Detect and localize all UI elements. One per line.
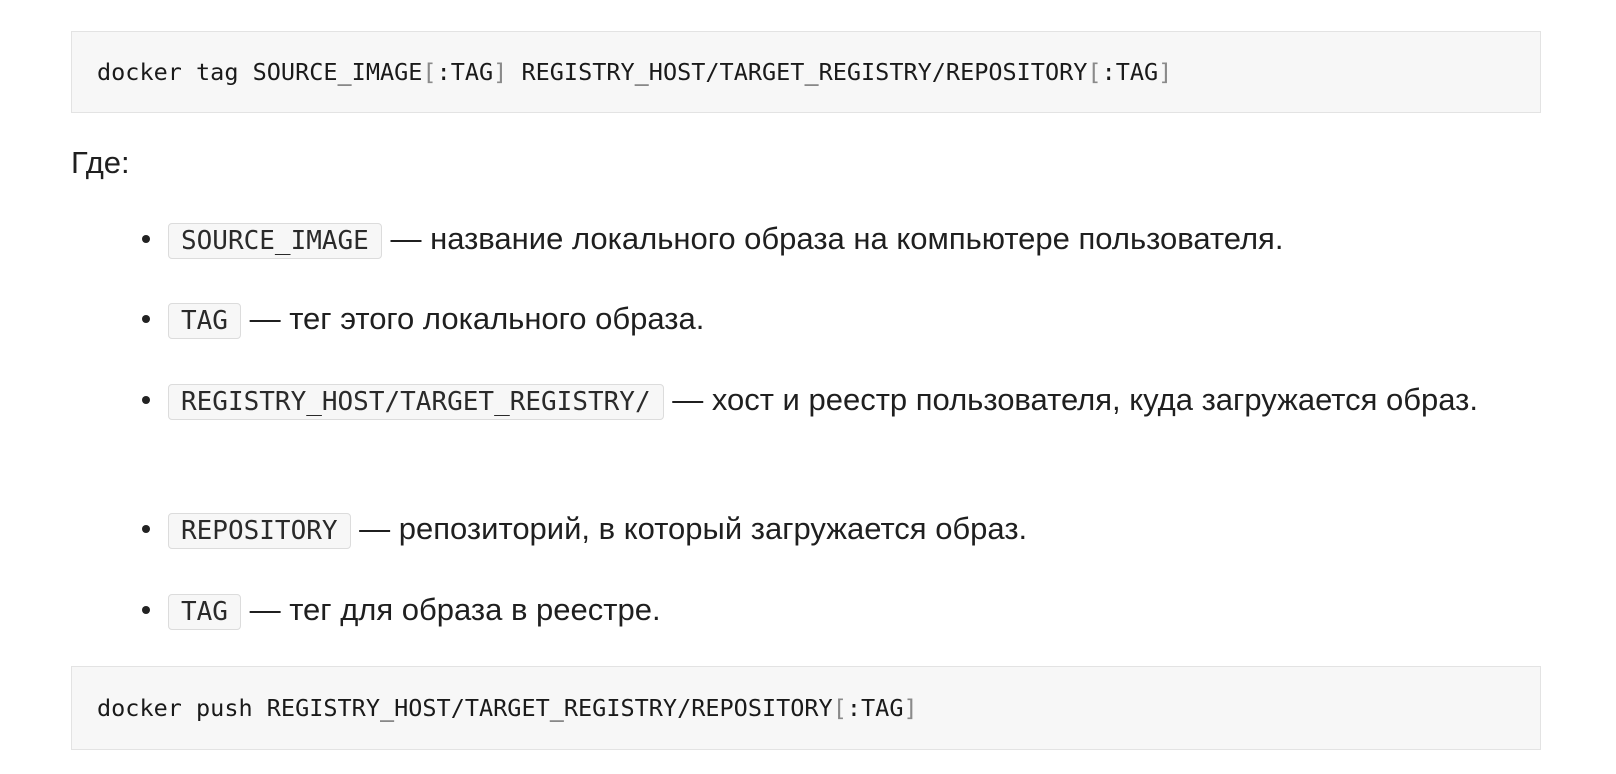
list-item: TAG — тег этого локального образа. bbox=[142, 295, 1538, 345]
code-text: REGISTRY_HOST/TARGET_REGISTRY/REPOSITORY bbox=[507, 58, 1088, 86]
code-bracket: [ bbox=[422, 58, 437, 86]
list-item-text: — хост и реестр пользователя, куда загру… bbox=[663, 382, 1478, 417]
code-block-docker-push: docker push REGISTRY_HOST/TARGET_REGISTR… bbox=[71, 666, 1541, 750]
code-text: :TAG bbox=[436, 58, 494, 86]
inline-code: TAG bbox=[168, 594, 241, 630]
code-text: docker tag SOURCE_IMAGE bbox=[97, 58, 423, 86]
inline-code: TAG bbox=[168, 303, 241, 339]
inline-code: SOURCE_IMAGE bbox=[168, 223, 382, 259]
list-item: REGISTRY_HOST/TARGET_REGISTRY/ — хост и … bbox=[142, 376, 1538, 426]
code-block-docker-tag: docker tag SOURCE_IMAGE[:TAG] REGISTRY_H… bbox=[71, 31, 1541, 113]
where-label: Где: bbox=[71, 145, 130, 180]
code-bracket: ] bbox=[1158, 58, 1173, 86]
code-text: docker push REGISTRY_HOST/TARGET_REGISTR… bbox=[97, 694, 833, 722]
code-text: :TAG bbox=[1101, 58, 1159, 86]
code-bracket: ] bbox=[493, 58, 508, 86]
list-item-text: — репозиторий, в который загружается обр… bbox=[350, 511, 1028, 546]
code-text: :TAG bbox=[846, 694, 904, 722]
code-bracket: [ bbox=[1087, 58, 1102, 86]
list-item: TAG — тег для образа в реестре. bbox=[142, 586, 1538, 636]
list-item-text: — тег этого локального образа. bbox=[240, 301, 705, 336]
list-item: SOURCE_IMAGE — название локального образ… bbox=[142, 215, 1538, 265]
inline-code: REGISTRY_HOST/TARGET_REGISTRY/ bbox=[168, 384, 664, 420]
list-item: REPOSITORY — репозиторий, в который загр… bbox=[142, 505, 1538, 555]
list-item-text: — тег для образа в реестре. bbox=[240, 592, 661, 627]
inline-code: REPOSITORY bbox=[168, 513, 351, 549]
code-bracket: ] bbox=[903, 694, 918, 722]
list-item-text: — название локального образа на компьюте… bbox=[381, 221, 1284, 256]
code-bracket: [ bbox=[832, 694, 847, 722]
